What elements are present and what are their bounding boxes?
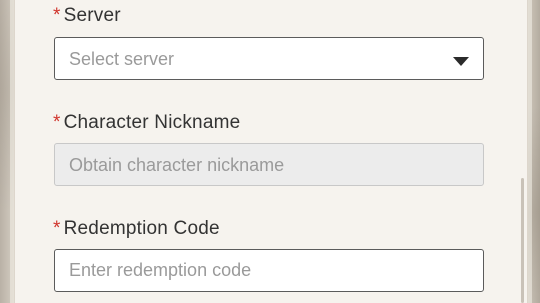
scrollbar-thumb[interactable] [521,178,524,303]
redemption-code-label-text: Redemption Code [63,218,220,239]
required-asterisk: * [53,5,61,26]
nickname-label: * Character Nickname [53,112,240,134]
server-label: * Server [53,5,121,27]
nickname-field: Obtain character nickname [54,143,484,186]
nickname-label-text: Character Nickname [63,112,241,133]
chevron-down-icon[interactable] [453,57,469,66]
required-asterisk: * [53,218,61,239]
server-select-placeholder: Select server [69,49,175,69]
server-label-text: Server [63,5,121,26]
server-select[interactable]: Select server [54,37,484,80]
redemption-code-label: * Redemption Code [53,218,220,240]
redemption-code-input[interactable] [55,250,483,291]
nickname-field-placeholder: Obtain character nickname [69,155,285,175]
redemption-code-field[interactable] [54,249,484,292]
required-asterisk: * [53,112,61,133]
